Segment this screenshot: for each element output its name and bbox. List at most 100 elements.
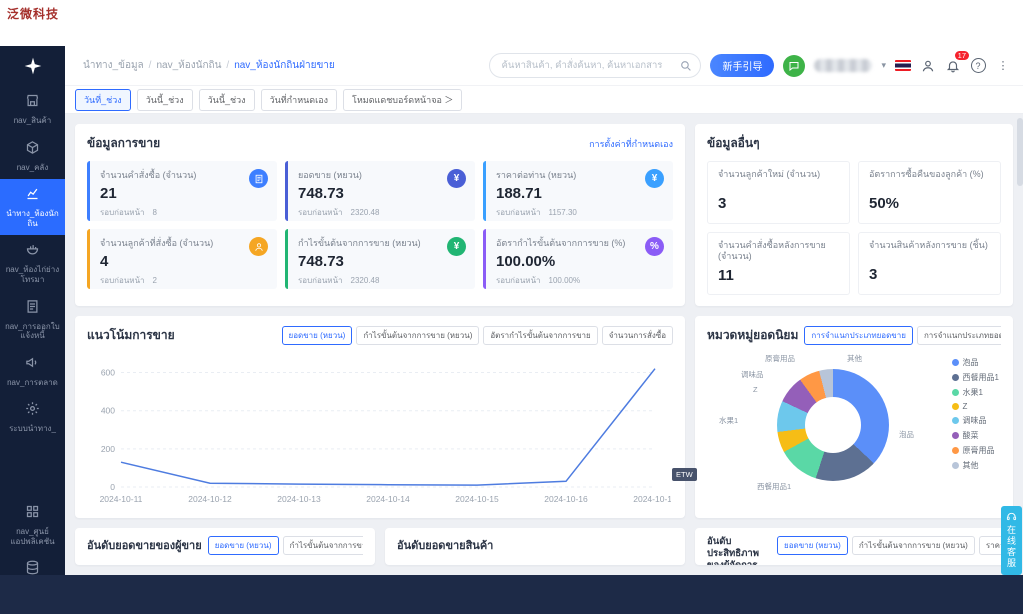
notifications-icon[interactable]: 17	[945, 58, 961, 74]
stat-card-prev: รอบก่อนหน้า8	[100, 206, 267, 219]
stat-card: จำนวนคำสั่งซื้อ (จำนวน) 21 รอบก่อนหน้า8	[87, 161, 277, 221]
more-icon[interactable]: ⋮	[995, 58, 1011, 74]
app-logo[interactable]: 泛微科技	[7, 5, 59, 22]
sidebar-item[interactable]: nav_คลัง	[0, 133, 65, 180]
db-icon	[25, 560, 40, 575]
legend-item[interactable]: 调味品	[952, 415, 999, 426]
sidebar-item-label: nav_การตลาด	[7, 378, 58, 388]
sidebar-item[interactable]: nav_ห้องไก่ย่างโทรมา	[0, 235, 65, 291]
stat-card-prev: รอบก่อนหน้า100.00%	[496, 274, 663, 287]
customer-icon	[249, 237, 268, 256]
sidebar-item[interactable]: nav_การออกใบแจ้งหนี้	[0, 292, 65, 348]
user-name-blurred[interactable]	[814, 59, 872, 72]
seller-tabs: ยอดขาย (หยวน)กำไรขั้นต้นจากการขาย (หยวน)…	[208, 536, 363, 555]
trend-metric-tab[interactable]: อัตรากำไรขั้นต้นจากการขาย	[483, 326, 597, 345]
stat-card-prev-label: รอบก่อนหน้า	[100, 276, 145, 285]
manager-tabs: ยอดขาย (หยวน)กำไรขั้นต้นจากการขาย (หยวน)…	[777, 536, 1001, 555]
stat-card: อัตรากำไรขั้นต้นจากการขาย (%)100.00%รอบก…	[483, 229, 673, 289]
sidebar-logo-icon[interactable]	[0, 46, 65, 86]
stat-card-prev-value: 2	[153, 276, 157, 285]
language-flag-icon[interactable]	[895, 60, 911, 71]
legend-dot	[952, 462, 959, 469]
breadcrumb-item[interactable]: nav_ห้องนักถินฝ่ายขาย	[234, 58, 335, 73]
legend-item[interactable]: 泡品	[952, 357, 999, 368]
legend-dot	[952, 359, 959, 366]
svg-text:2024-10-11: 2024-10-11	[100, 494, 143, 504]
horn-icon	[25, 355, 40, 375]
legend-dot	[952, 432, 959, 439]
stat-card-value: 21	[100, 185, 267, 202]
search-icon[interactable]	[679, 59, 692, 72]
product-ranking-panel: อันดับยอดขายสินค้า	[385, 528, 685, 565]
sidebar-item[interactable]: ระบบนำทาง_	[0, 394, 65, 441]
date-filter-tab[interactable]: วันนี้_ช่วง	[137, 89, 193, 111]
guide-button[interactable]: 新手引导	[710, 54, 774, 77]
chart-icon	[25, 186, 40, 206]
legend-item[interactable]: 水果1	[952, 387, 999, 398]
order-icon	[249, 169, 268, 188]
category-metric-tab[interactable]: การจำแนกประเภทยอดขาย	[804, 326, 913, 345]
svg-text:2024-10-12: 2024-10-12	[188, 494, 232, 504]
dashboard-mode-button[interactable]: โหมดแดชบอร์ดหน้าจอ ＞	[343, 89, 462, 111]
sidebar-item[interactable]: นำทาง_ห้องนักถิน	[0, 179, 65, 235]
trend-metric-tab[interactable]: ยอดขาย (หยวน)	[282, 326, 353, 345]
breadcrumb: นำทาง_ข้อมูล/nav_ห้องนักถิน/nav_ห้องนักถ…	[83, 58, 335, 73]
category-donut-chart: 泡品西餐用品1 水果1 Z 调味品酸菜原膏用品其他 原膏用品其他 调味品 Z 水果1 西餐用品…	[707, 353, 1001, 501]
stat-card-prev-value: 100.00%	[549, 276, 581, 285]
date-filter-tab[interactable]: วันนี้_ช่วง	[199, 89, 255, 111]
sidebar-item[interactable]: nav_แหล่งข้อมูล	[0, 553, 65, 575]
legend-label: 西餐用品1	[963, 372, 999, 383]
date-filter-tab[interactable]: วันที่กำหนดเอง	[261, 89, 337, 111]
legend-item[interactable]: Z	[952, 402, 999, 411]
chart-legend: 泡品西餐用品1 水果1 Z 调味品酸菜原膏用品其他	[952, 357, 999, 471]
legend-item[interactable]: 原膏用品	[952, 445, 999, 456]
stat-card-prev-value: 2320.48	[351, 276, 380, 285]
stat-card-value: 100.00%	[496, 253, 663, 270]
breadcrumb-item[interactable]: นำทาง_ข้อมูล	[83, 58, 144, 73]
other-card-value: 11	[718, 267, 839, 284]
seller-metric-tab[interactable]: ยอดขาย (หยวน)	[208, 536, 279, 555]
svg-text:200: 200	[101, 444, 115, 454]
legend-item[interactable]: 西餐用品1	[952, 372, 999, 383]
stat-card-value: 4	[100, 253, 267, 270]
date-filter-tab[interactable]: วันที่_ช่วง	[75, 89, 131, 111]
contacts-icon[interactable]	[920, 58, 936, 74]
app-window: 泛微科技 nav_สินค้าnav_คลังนำทาง_ห้องนักถินn…	[0, 0, 1023, 614]
category-metric-tab[interactable]: การจำแนกประเภทยอด	[917, 326, 1001, 345]
manager-metric-tab[interactable]: ยอดขาย (หยวน)	[777, 536, 848, 555]
seller-metric-tab[interactable]: กำไรขั้นต้นจากการขาย (หยวน)	[283, 536, 364, 555]
other-card-title: จำนวนสินค้าหลังการขาย (ชิ้น)	[869, 240, 990, 262]
legend-item[interactable]: 酸菜	[952, 430, 999, 441]
legend-item[interactable]: 其他	[952, 460, 999, 471]
avatar[interactable]	[783, 55, 805, 77]
footer-bar	[0, 575, 1023, 614]
support-float-button[interactable]: 在线客服	[1001, 506, 1022, 575]
other-panel-title: ข้อมูลอื่นๆ	[707, 134, 760, 153]
trend-metric-tab[interactable]: กำไรขั้นต้นจากการขาย (หยวน)	[356, 326, 479, 345]
search-box[interactable]	[489, 53, 701, 78]
breadcrumb-item[interactable]: nav_ห้องนักถิน	[156, 58, 221, 73]
sidebar-item[interactable]: nav_การตลาด	[0, 348, 65, 395]
box-icon	[25, 140, 40, 160]
stat-card-title: จำนวนคำสั่งซื้อ (จำนวน)	[100, 168, 267, 182]
headset-icon	[1006, 511, 1017, 522]
help-icon[interactable]: ?	[970, 58, 986, 74]
seller-ranking-panel: อันดับยอดขายของผู้ขาย ยอดขาย (หยวน)กำไรข…	[75, 528, 375, 565]
manager-metric-tab[interactable]: กำไรขั้นต้นจากการขาย (หยวน)	[852, 536, 975, 555]
sidebar-item[interactable]: nav_ศูนย์แอปพลิเคชัน	[0, 497, 65, 553]
search-input[interactable]	[489, 53, 701, 78]
other-card-title: อัตราการซื้อคืนของลูกค้า (%)	[869, 169, 990, 191]
svg-text:2024-10-13: 2024-10-13	[277, 494, 321, 504]
manager-ranking-panel: อันดับประสิทธิภาพของผู้จัดการ ยอดขาย (หย…	[695, 528, 1013, 565]
manager-metric-tab[interactable]: ราคาต่อท่าน (หยวน)	[979, 536, 1001, 555]
other-data-panel: ข้อมูลอื่นๆ จำนวนลูกค้าใหม่ (จำนวน)3อัตร…	[695, 124, 1013, 306]
donut-callout-label: 西餐用品1	[757, 481, 791, 492]
chevron-down-icon[interactable]: ▾	[881, 60, 886, 71]
trend-metric-tab[interactable]: จำนวนการสั่งซื้อ	[602, 326, 673, 345]
sidebar-item[interactable]: nav_สินค้า	[0, 86, 65, 133]
store-icon	[25, 93, 40, 113]
custom-settings-link[interactable]: การตั้งค่าที่กำหนดเอง	[589, 137, 673, 151]
other-card-value: 3	[869, 266, 990, 283]
stat-card-prev-label: รอบก่อนหน้า	[298, 276, 343, 285]
scrollbar[interactable]	[1017, 118, 1023, 186]
